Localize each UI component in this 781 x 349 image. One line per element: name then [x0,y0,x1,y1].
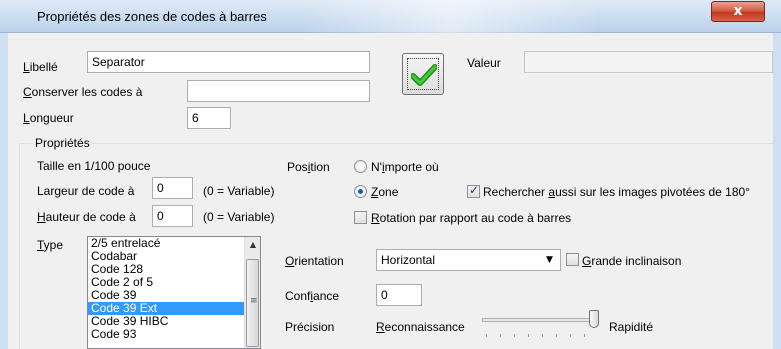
close-icon: x [733,3,743,19]
title-bar-glass [300,0,600,33]
close-button[interactable]: x [711,1,765,22]
rapidite-label: Rapidité [609,320,654,334]
confiance-input[interactable] [376,284,422,306]
largeur-note: (0 = Variable) [203,184,275,198]
libelle-input[interactable] [87,51,370,73]
type-listbox[interactable]: 2/5 entrelacé Codabar Code 128 Code 2 of… [87,236,261,349]
position-label: Position [287,160,330,174]
valeur-input [524,51,773,73]
precision-slider-track[interactable] [482,318,595,322]
type-label: Type [37,238,64,252]
precision-label: Précision [285,320,335,334]
valeur-label: Valeur [467,56,501,70]
orientation-label: Orientation [285,254,344,268]
chevron-down-icon[interactable]: ▼ [541,251,558,269]
slider-tick [542,334,543,337]
rotation-label[interactable]: Rotation par rapport au code à barres [371,211,571,225]
title-bar[interactable]: Propriétés des zones de codes à barres x [0,0,781,33]
green-checkmark-icon [411,64,437,86]
confiance-label: Confiance [285,289,340,303]
slider-tick [500,334,501,337]
zone-label[interactable]: Zone [371,185,398,199]
orientation-dropdown[interactable]: Horizontal ▼ [376,249,561,271]
slider-tick [556,334,557,337]
reconnaissance-label: Reconnaissance [376,320,465,334]
rechercher-checkbox[interactable] [467,183,480,198]
window-title: Propriétés des zones de codes à barres [37,9,267,24]
scroll-thumb[interactable] [246,259,259,347]
taille-label: Taille en 1/100 pouce [37,159,151,173]
scroll-up-icon[interactable]: ▲ [245,237,260,253]
slider-tick [528,334,529,337]
conserver-input[interactable] [187,80,370,102]
slider-tick [584,334,585,337]
hauteur-input[interactable] [152,205,193,227]
window-frame-right [773,33,781,349]
slider-tick [570,334,571,337]
conserver-label: Conserver les codes à [23,85,143,99]
grande-inclinaison-checkbox[interactable] [566,253,579,266]
type-list-scrollbar[interactable]: ▲ [244,237,260,348]
properties-group-title: Propriétés [33,136,92,150]
largeur-label: Largeur de code à [37,184,135,198]
hauteur-label: Hauteur de code à [37,210,136,224]
libelle-label: Libellé [23,60,58,74]
largeur-input[interactable] [152,177,193,199]
window-frame-left [0,33,8,349]
grande-inclinaison-label[interactable]: Grande inclinaison [582,254,681,268]
precision-slider-thumb[interactable] [589,310,599,328]
orientation-value: Horizontal [381,253,436,267]
rotation-checkbox[interactable] [354,211,367,224]
nimporte-ou-label[interactable]: N'importe où [371,160,439,174]
slider-tick [486,334,487,337]
type-list-item[interactable]: Code 93 [88,328,260,341]
hauteur-note: (0 = Variable) [203,210,275,224]
longueur-label: Longueur [23,111,74,125]
rechercher-label[interactable]: Rechercher aussi sur les images pivotées… [483,185,750,199]
slider-tick [514,334,515,337]
radio-zone[interactable] [354,185,367,198]
radio-nimporte-ou[interactable] [354,160,367,173]
validate-button[interactable] [402,53,444,95]
longueur-input[interactable] [187,107,231,129]
